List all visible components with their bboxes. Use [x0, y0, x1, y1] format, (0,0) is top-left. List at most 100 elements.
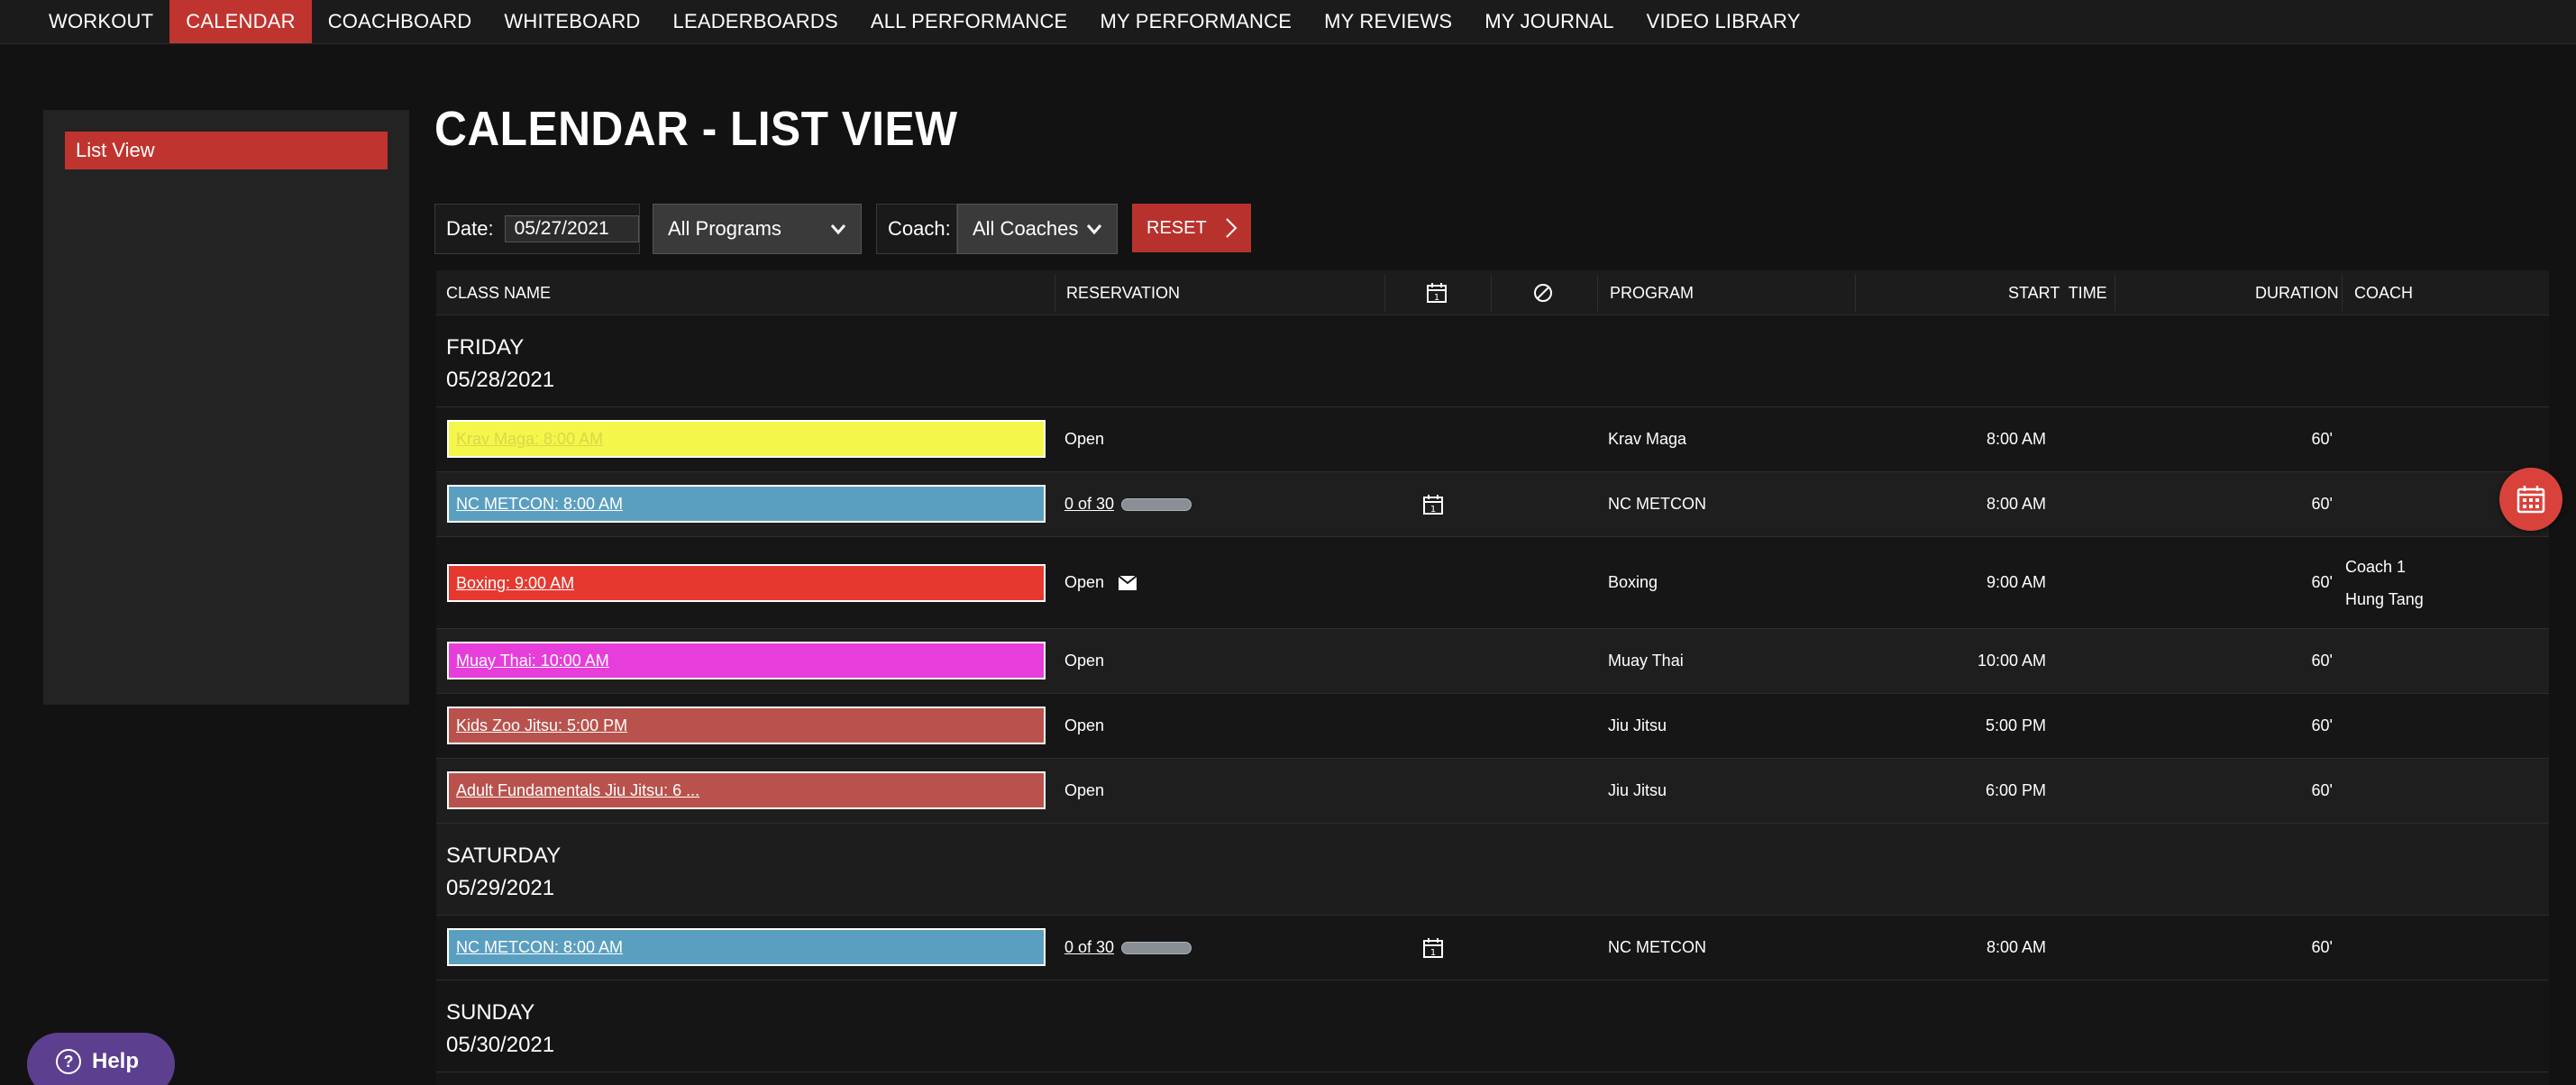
program-cell: Jiu Jitsu: [1608, 716, 1667, 734]
reservation-progress-bar: [1121, 497, 1192, 511]
coach-select[interactable]: All Coaches: [957, 204, 1118, 254]
nav-item-workout[interactable]: WORKOUT: [32, 0, 169, 43]
day-date: 05/30/2021: [446, 1033, 555, 1057]
calendar-icon: 1: [1423, 494, 1443, 515]
class-link[interactable]: Krav Maga: 8:00 AM: [447, 420, 1046, 458]
nav-item-leaderboards[interactable]: LEADERBOARDS: [657, 0, 854, 43]
sidebar: List View: [43, 110, 409, 705]
start-time: 8:00 AM: [1986, 938, 2046, 956]
reservation-cell: Open: [1064, 407, 1104, 471]
nav-item-video-library[interactable]: VIDEO LIBRARY: [1631, 0, 1817, 43]
coach-name: Coach 1: [2345, 557, 2407, 576]
nav-item-my-performance[interactable]: MY PERFORMANCE: [1083, 0, 1308, 43]
duration: 60': [2311, 495, 2333, 513]
reservation-status: Open: [1064, 573, 1105, 591]
duration: 60': [2311, 430, 2333, 448]
reservation-status: Open: [1064, 652, 1105, 670]
duration: 60': [2311, 573, 2333, 591]
start-time: 10:00 AM: [1977, 652, 2046, 670]
chevron-down-icon: [1086, 224, 1102, 235]
calendar-fab-button[interactable]: [2499, 468, 2562, 531]
table-row: Krav Maga: 8:00 AM Open Krav Maga 8:00 AM 60…: [436, 407, 2549, 472]
reservation-cell: 0 of 30: [1064, 472, 1192, 536]
table-body: FRIDAY 05/28/2021 Krav Maga: 8:00 AM Open Kr…: [436, 315, 2549, 1085]
duration: 60': [2311, 781, 2333, 799]
chevron-down-icon: [830, 224, 846, 235]
duration: 60': [2311, 938, 2333, 956]
header-duration[interactable]: DURATION: [2255, 270, 2339, 315]
day-date: 05/28/2021: [446, 368, 555, 392]
calendar-icon: 1: [1427, 283, 1447, 303]
question-icon: ?: [56, 1049, 81, 1074]
header-class-name[interactable]: CLASS NAME: [446, 270, 551, 315]
table-row: Boxing: 9:00 AM Open Boxing 9:00 AM 60' Coach…: [436, 537, 2549, 629]
nav-item-all-performance[interactable]: ALL PERFORMANCE: [854, 0, 1084, 43]
program-select[interactable]: All Programs: [653, 204, 862, 254]
reservation-count-link[interactable]: 0 of 30: [1064, 938, 1114, 957]
coach-select-value: All Coaches: [973, 217, 1079, 240]
reservation-status: Open: [1064, 716, 1105, 734]
date-input[interactable]: 05/27/2021: [504, 215, 639, 242]
reservation-cell: Open: [1064, 537, 1137, 628]
table-row: Kids Zoo Jitsu: 5:00 PM Open Jiu Jitsu 5:00…: [436, 694, 2549, 759]
program-cell: NC METCON: [1608, 495, 1706, 513]
program-cell: Muay Thai: [1608, 652, 1684, 670]
nav-item-coachboard[interactable]: COACHBOARD: [312, 0, 489, 43]
header-program[interactable]: PROGRAM: [1610, 270, 1694, 315]
table-row: NC METCON: 8:00 AM 0 of 30 1 NC METCON 8:00 …: [436, 472, 2549, 537]
class-link[interactable]: Adult Fundamentals Jiu Jitsu: 6 ...: [447, 771, 1046, 809]
nav-item-my-reviews[interactable]: MY REVIEWS: [1308, 0, 1468, 43]
help-label: Help: [92, 1049, 140, 1073]
help-button[interactable]: ? Help: [27, 1033, 175, 1085]
header-coach[interactable]: COACH: [2354, 270, 2413, 315]
header-start-time[interactable]: START TIME: [2008, 270, 2107, 315]
table-row: Adult Fundamentals Jiu Jitsu: 6 ... Open J…: [436, 759, 2549, 824]
class-link[interactable]: NC METCON: 8:00 AM: [447, 485, 1046, 523]
header-calendar: 1: [1426, 270, 1448, 315]
calendar-icon: [2517, 486, 2545, 514]
day-name: FRIDAY: [446, 335, 525, 360]
header-cancel: [1532, 270, 1554, 315]
class-link[interactable]: Boxing: 9:00 AM: [447, 564, 1046, 602]
program-cell: Jiu Jitsu: [1608, 781, 1667, 799]
duration: 60': [2311, 716, 2333, 734]
reservation-cell: 0 of 30: [1064, 916, 1192, 980]
start-time: 9:00 AM: [1986, 573, 2046, 591]
reservation-cell: Open: [1064, 629, 1104, 693]
reset-button[interactable]: RESET: [1132, 204, 1251, 252]
svg-text:1: 1: [1430, 505, 1436, 515]
start-time: 8:00 AM: [1986, 430, 2046, 448]
table-row: Muay Thai: 10:00 AM Open Muay Thai 10:00 AM…: [436, 629, 2549, 694]
day-group-header: SUNDAY 05/30/2021: [436, 980, 2549, 1072]
table-row: [436, 1072, 2549, 1085]
program-select-value: All Programs: [668, 217, 781, 240]
header-reservation[interactable]: RESERVATION: [1066, 270, 1180, 315]
reservation-cell: Open: [1064, 759, 1104, 823]
day-group-header: SATURDAY 05/29/2021: [436, 824, 2549, 916]
sidebar-item-list-view[interactable]: List View: [65, 132, 388, 169]
nav-item-whiteboard[interactable]: WHITEBOARD: [488, 0, 656, 43]
class-link[interactable]: Muay Thai: 10:00 AM: [447, 642, 1046, 679]
start-time: 6:00 PM: [1985, 781, 2046, 799]
add-to-calendar-button[interactable]: 1: [1422, 472, 1444, 536]
program-cell: Krav Maga: [1608, 430, 1687, 448]
reservation-status: Open: [1064, 430, 1105, 448]
table-row: NC METCON: 8:00 AM 0 of 30 1 NC METCON 8:00 …: [436, 916, 2549, 980]
program-cell: NC METCON: [1608, 938, 1706, 956]
duration: 60': [2311, 652, 2333, 670]
nav-item-my-journal[interactable]: MY JOURNAL: [1468, 0, 1630, 43]
coach-filter: Coach:: [876, 204, 957, 254]
add-to-calendar-button[interactable]: 1: [1422, 916, 1444, 980]
reservation-progress-bar: [1121, 941, 1192, 954]
reservation-count-link[interactable]: 0 of 30: [1064, 495, 1114, 514]
day-group-header: FRIDAY 05/28/2021: [436, 315, 2549, 407]
class-link[interactable]: Kids Zoo Jitsu: 5:00 PM: [447, 707, 1046, 744]
chevron-right-icon: [1226, 218, 1238, 238]
class-link[interactable]: NC METCON: 8:00 AM: [447, 928, 1046, 966]
svg-text:1: 1: [1434, 293, 1439, 303]
nav-item-calendar[interactable]: CALENDAR: [169, 0, 312, 43]
day-name: SATURDAY: [446, 843, 562, 868]
start-time: 8:00 AM: [1986, 495, 2046, 513]
svg-text:1: 1: [1430, 948, 1436, 958]
day-date: 05/29/2021: [446, 876, 555, 900]
